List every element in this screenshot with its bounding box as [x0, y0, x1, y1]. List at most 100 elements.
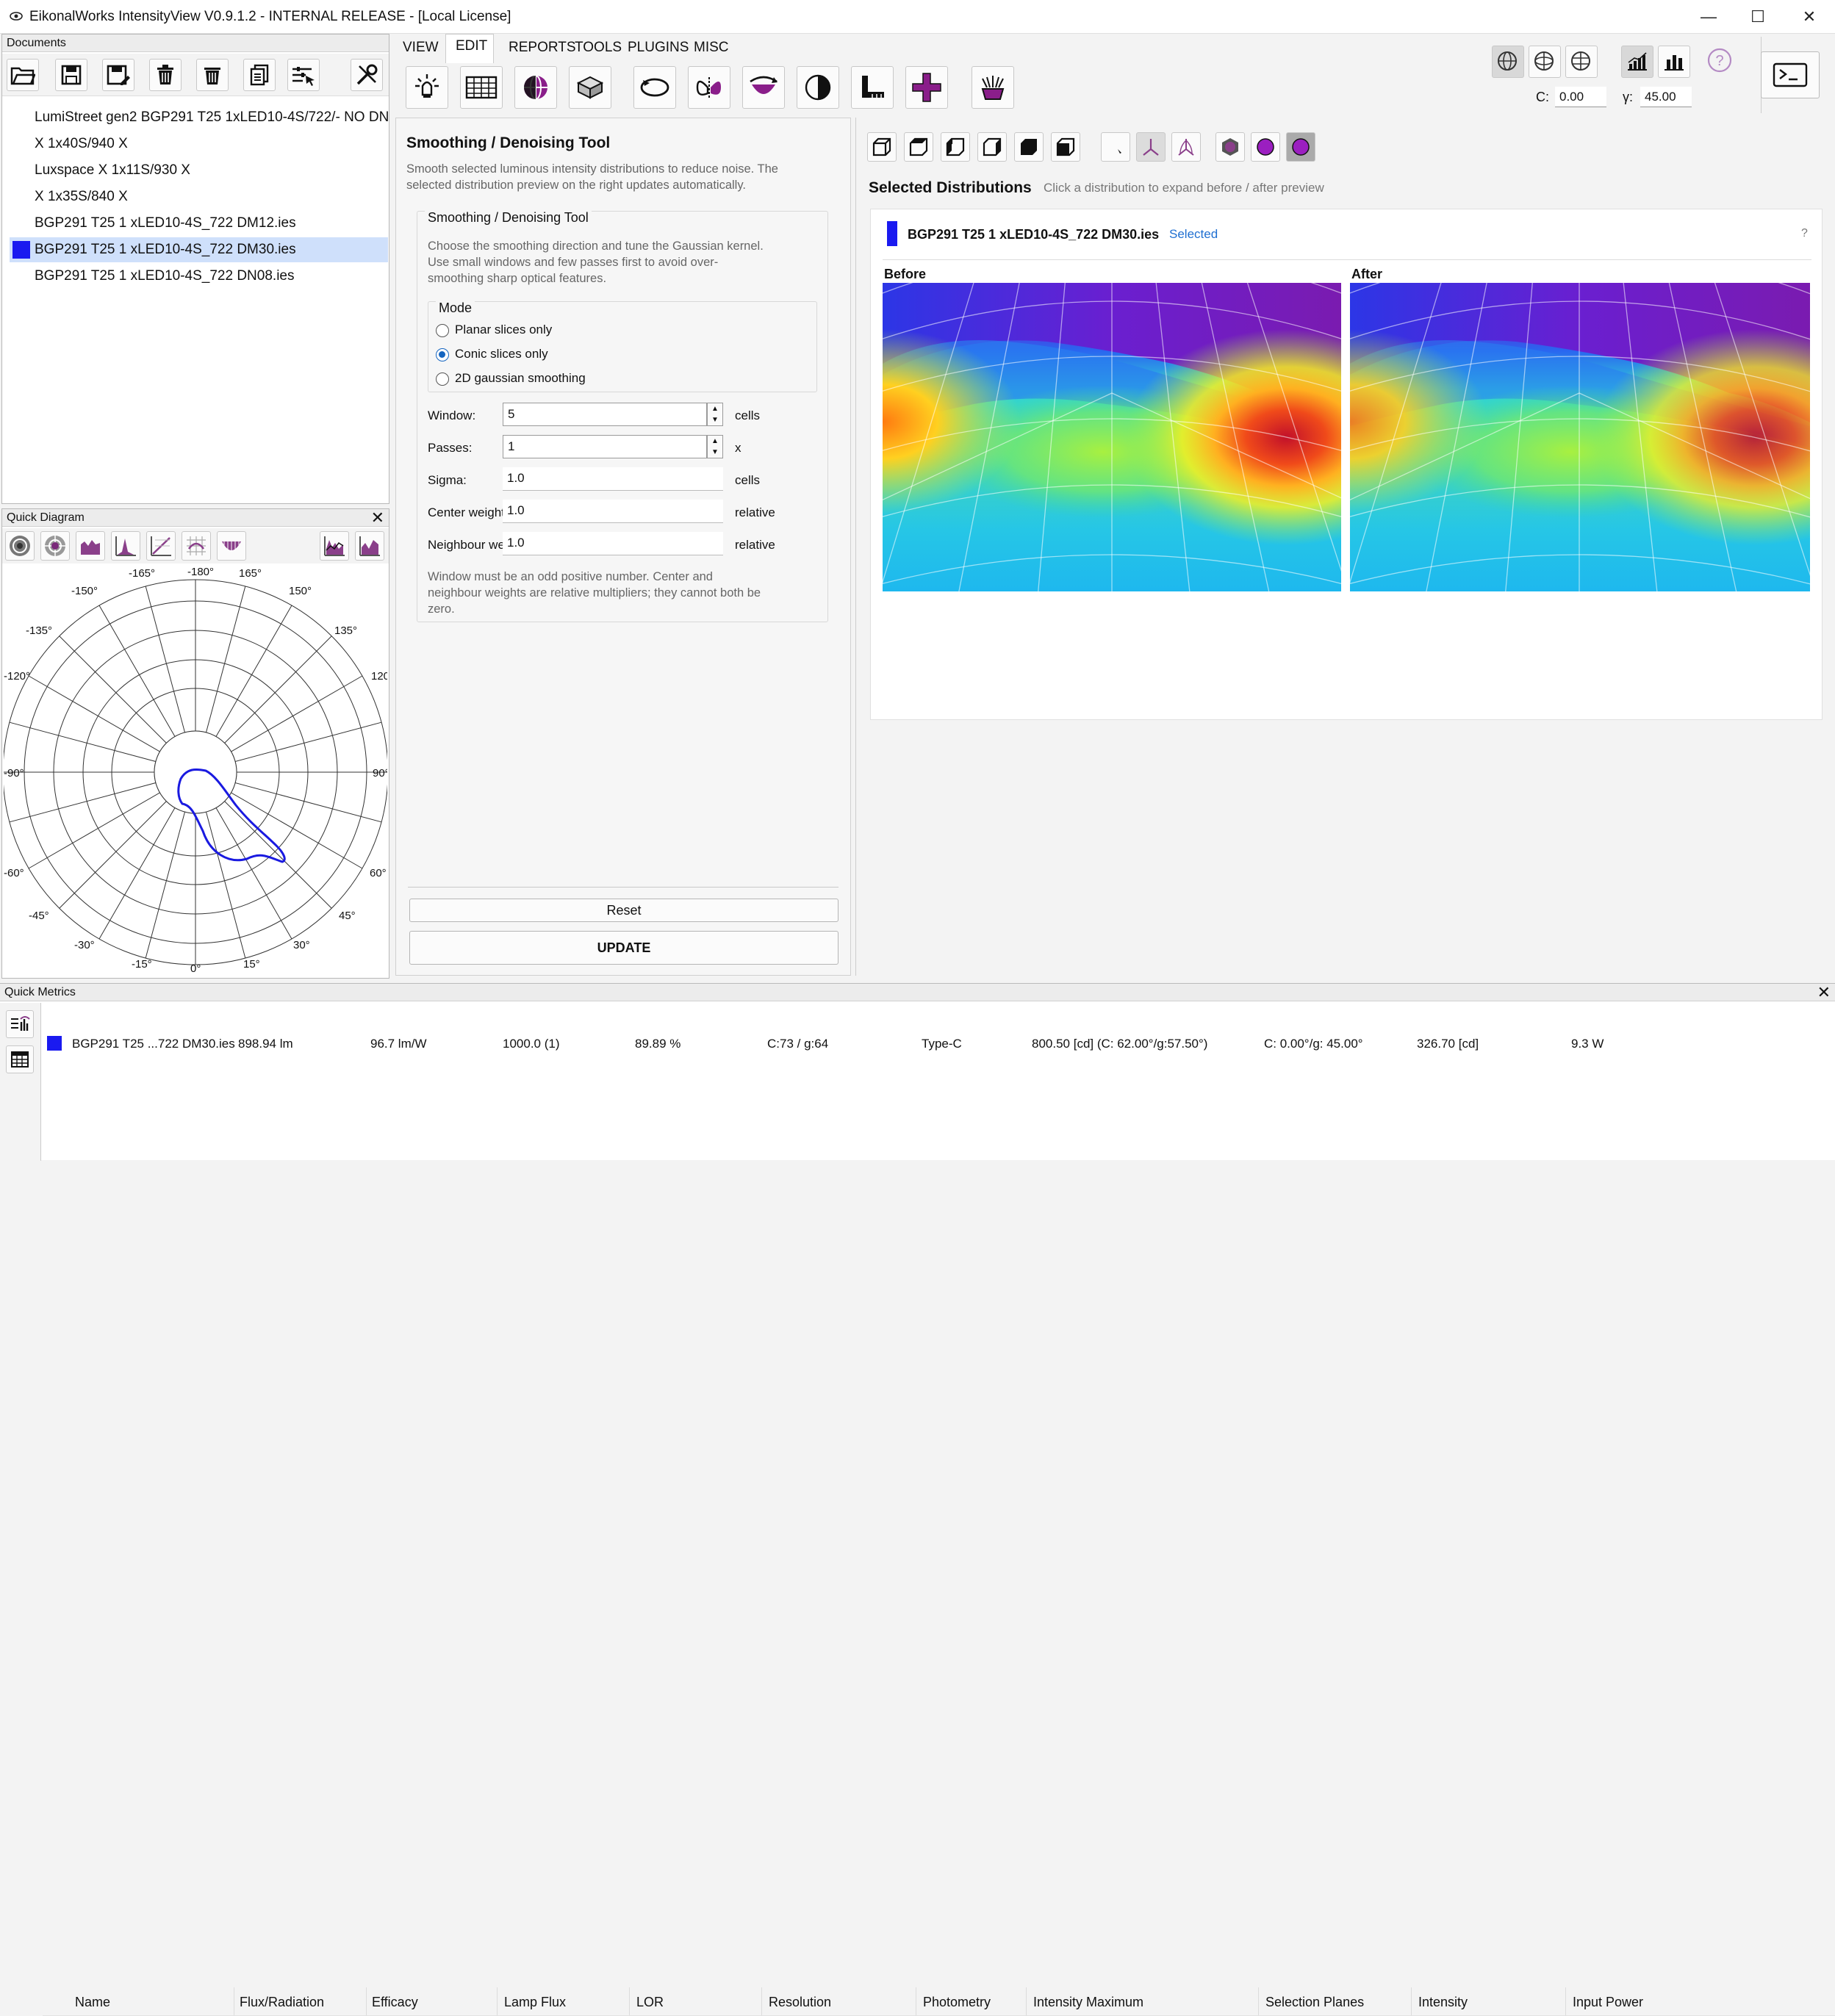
cumulative-diagram-button[interactable] — [355, 531, 384, 561]
diagram-toolbar — [2, 528, 389, 564]
delete-button[interactable] — [149, 59, 182, 91]
view-cube-back-button[interactable] — [1051, 132, 1080, 162]
bar-view-button[interactable] — [1658, 46, 1690, 78]
maximize-button[interactable]: ☐ — [1732, 0, 1784, 34]
tab-misc[interactable]: MISC — [694, 40, 729, 56]
mode-planar-radio[interactable] — [436, 324, 449, 337]
view-cube-right-button[interactable] — [977, 132, 1007, 162]
axes-tool-button[interactable] — [1136, 132, 1166, 162]
c-angle-input[interactable]: 0.00 — [1555, 87, 1606, 107]
cone-diagram-button[interactable] — [146, 531, 176, 561]
shaded-sphere-button[interactable] — [1251, 132, 1280, 162]
save-as-button[interactable] — [102, 59, 134, 91]
document-item[interactable]: BGP291 T25 1 xLED10-4S_722 DM12.ies — [10, 211, 388, 236]
globe-bb-icon — [1534, 51, 1554, 71]
document-item[interactable]: X 1x40S/940 X — [10, 132, 388, 156]
metrics-table-button[interactable] — [6, 1045, 34, 1073]
open-folder-button[interactable] — [7, 59, 39, 91]
tab-reports[interactable]: REPORTS — [509, 40, 576, 56]
sigma-input[interactable]: 1.0 — [503, 467, 723, 491]
delete-all-button[interactable] — [196, 59, 229, 91]
bar-diagram-button[interactable] — [76, 531, 105, 561]
help-button[interactable]: ? — [1705, 46, 1734, 75]
wireframe-sphere-button[interactable] — [1215, 132, 1245, 162]
col-photometry: Photometry — [923, 1995, 991, 2009]
linear-diagram-button[interactable] — [111, 531, 140, 561]
minimize-button[interactable]: — — [1683, 0, 1734, 34]
group-title: Smoothing / Denoising Tool — [425, 210, 592, 226]
passes-spinner[interactable]: ▲ ▼ — [707, 435, 723, 458]
mirror-button[interactable] — [688, 66, 730, 109]
select-settings-button[interactable] — [287, 59, 320, 91]
close-quick-diagram-icon[interactable]: ✕ — [371, 509, 384, 527]
flip-button[interactable] — [742, 66, 785, 109]
neighbour-weight-input[interactable]: 1.0 — [503, 532, 723, 555]
quick-diagram-panel: Quick Diagram ✕ -165° -180° 165° -150° 1… — [1, 508, 389, 979]
distribution-card[interactable]: BGP291 T25 1 xLED10-4S_722 DM30.ies Sele… — [870, 209, 1823, 720]
tools-button[interactable] — [351, 59, 383, 91]
view-bb-button[interactable] — [1529, 46, 1561, 78]
document-item[interactable]: BGP291 T25 1 xLED10-4S_722 DN08.ies — [10, 264, 388, 289]
window-unit: cells — [735, 408, 761, 422]
copy-button[interactable] — [243, 59, 276, 91]
mode-gaussian-radio[interactable] — [436, 372, 449, 386]
metrics-list-button[interactable] — [6, 1010, 34, 1038]
polar-grid-button[interactable] — [40, 531, 70, 561]
add-button[interactable] — [905, 66, 948, 109]
view-cv-button[interactable] — [1492, 46, 1524, 78]
view-cube-solid-button[interactable] — [1014, 132, 1044, 162]
box-3d-button[interactable] — [569, 66, 611, 109]
center-weight-input[interactable]: 1.0 — [503, 500, 723, 523]
window-input[interactable]: 5 — [503, 403, 707, 426]
console-button[interactable] — [1761, 51, 1820, 98]
sliders-cursor-icon — [292, 67, 315, 86]
sphere-button[interactable] — [514, 66, 557, 109]
splitter[interactable] — [855, 118, 856, 976]
contrast-button[interactable] — [797, 66, 839, 109]
polar-diagram-button[interactable] — [5, 531, 35, 561]
distribution-help-icon[interactable]: ? — [1801, 227, 1808, 240]
view-aa-button[interactable] — [1565, 46, 1598, 78]
tab-edit[interactable]: EDIT — [456, 38, 487, 54]
isolux-diagram-button[interactable] — [182, 531, 211, 561]
rotate-button[interactable] — [633, 66, 676, 109]
luminaire-button[interactable] — [406, 66, 448, 109]
mode-conic-radio[interactable] — [436, 348, 449, 361]
document-item[interactable]: Luxspace X 1x11S/930 X — [10, 158, 388, 183]
window-spinner[interactable]: ▲ ▼ — [707, 403, 723, 426]
quick-metrics-title: Quick Metrics — [4, 986, 76, 998]
document-item[interactable]: X 1x35S/840 X — [10, 184, 388, 209]
divider — [366, 1987, 367, 2015]
mode-title: Mode — [436, 300, 475, 316]
document-item-selected[interactable]: BGP291 T25 1 xLED10-4S_722 DM30.ies — [10, 237, 388, 262]
view-cube-front-button[interactable] — [867, 132, 897, 162]
spectrum-diagram-button[interactable] — [320, 531, 349, 561]
planes-tool-button[interactable] — [1171, 132, 1201, 162]
view-cube-side-button[interactable] — [941, 132, 970, 162]
tab-view[interactable]: VIEW — [403, 40, 439, 56]
svg-text:60°: 60° — [370, 867, 387, 879]
table-button[interactable] — [460, 66, 503, 109]
globe-purple-icon — [524, 75, 547, 100]
reset-button[interactable]: Reset — [409, 899, 839, 922]
close-window-button[interactable]: ✕ — [1784, 0, 1835, 34]
chart-view-button[interactable] — [1621, 46, 1653, 78]
save-button[interactable] — [55, 59, 87, 91]
close-quick-metrics-icon[interactable]: ✕ — [1817, 984, 1831, 1001]
pointer-tool-button[interactable] — [1101, 132, 1130, 162]
gamma-angle-input[interactable]: 45.00 — [1640, 87, 1692, 107]
dome-rotate-icon — [750, 76, 778, 94]
document-item[interactable]: LumiStreet gen2 BGP291 T25 1xLED10-4S/72… — [10, 105, 388, 130]
ugr-diagram-button[interactable] — [217, 531, 246, 561]
sigma-label: Sigma: — [428, 473, 467, 487]
view-cube-top-button[interactable] — [904, 132, 933, 162]
tab-plugins[interactable]: PLUGINS — [628, 40, 689, 56]
passes-input[interactable]: 1 — [503, 435, 707, 458]
update-button[interactable]: UPDATE — [409, 931, 839, 965]
divider — [497, 1987, 498, 2015]
measure-button[interactable] — [851, 66, 894, 109]
tab-tools[interactable]: TOOLS — [575, 40, 622, 56]
solid-sphere-button[interactable] — [1286, 132, 1315, 162]
col-flux: Flux/Radiation — [240, 1995, 325, 2009]
smoothing-button[interactable] — [972, 66, 1014, 109]
